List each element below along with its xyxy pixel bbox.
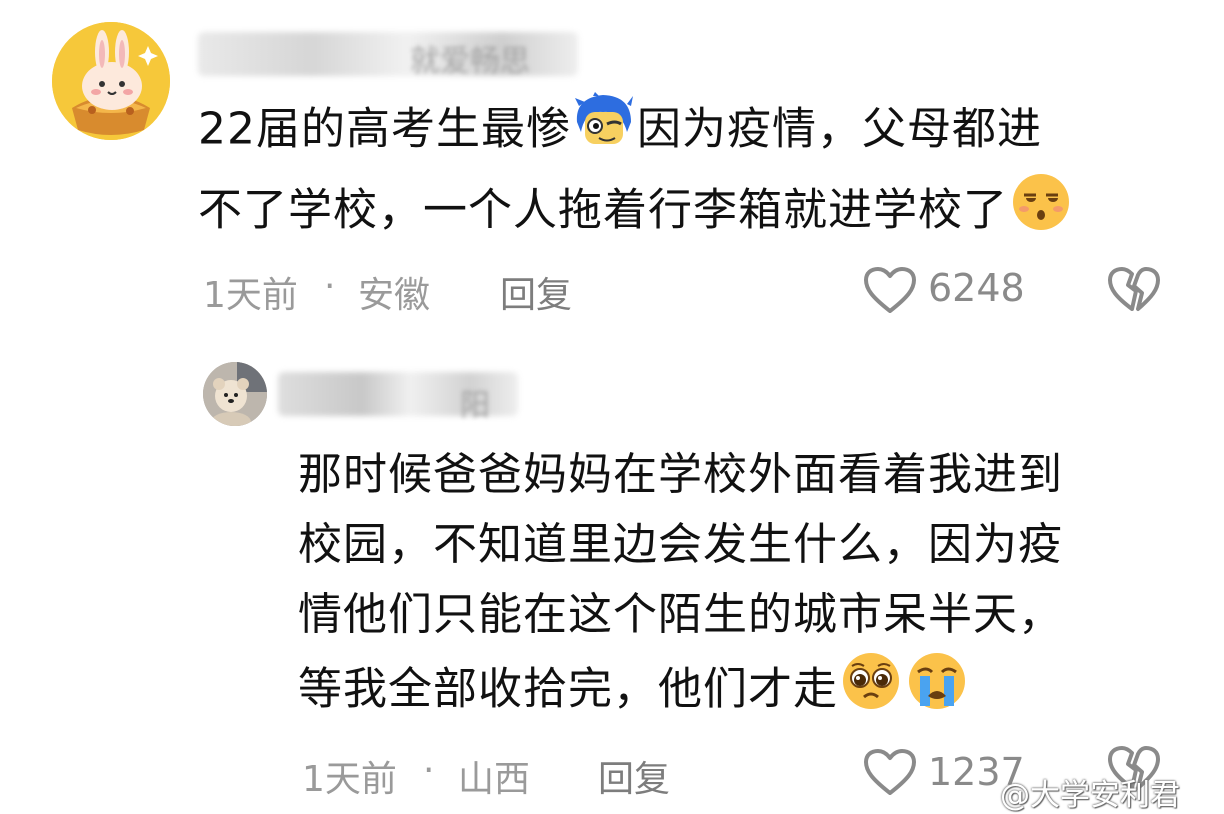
- reply-text-line2: 校园，不知道里边会发生什么，因为疫: [298, 519, 1063, 570]
- avatar[interactable]: [52, 22, 170, 140]
- heart-outline-icon[interactable]: [862, 747, 918, 801]
- pleading-face-emoji: [840, 650, 902, 733]
- unamused-face-emoji: [1010, 171, 1072, 254]
- username-text[interactable]: 就爱畅思: [410, 36, 530, 80]
- bear-avatar-icon: [203, 362, 267, 426]
- reply-text-line1: 那时候爸爸妈妈在学校外面看着我进到: [298, 449, 1063, 500]
- like-count: 6248: [928, 266, 1025, 310]
- comment-location: 安徽: [358, 275, 431, 316]
- comment-time: 1天前: [203, 275, 298, 316]
- comment-location: 山西: [458, 759, 531, 800]
- comment-text-part1: 22届的高考生最惨: [198, 103, 571, 155]
- watermark: @大学安利君: [1000, 778, 1180, 813]
- broken-heart-icon[interactable]: [1106, 265, 1162, 319]
- reply-comment-text: 那时候爸爸妈妈在学校外面看着我进到 校园，不知道里边会发生什么，因为疫 情他们只…: [298, 440, 1178, 733]
- reply-button[interactable]: 回复: [500, 266, 572, 318]
- reply-button[interactable]: 回复: [598, 750, 670, 802]
- comment-time: 1天前: [302, 759, 397, 800]
- crying-face-emoji: [906, 650, 968, 733]
- comment-text: 22届的高考生最惨 因为疫情，父母都进 不了学校，一个人拖着行李箱就进学校了: [198, 92, 1198, 254]
- username-text[interactable]: 阳: [460, 380, 490, 424]
- reply-text-line4: 等我全部收拾完，他们才走: [298, 663, 838, 715]
- blue-hair-face-emoji: [573, 92, 635, 171]
- avatar[interactable]: [203, 362, 267, 426]
- reply-text-line3: 情他们只能在这个陌生的城市呆半天，: [298, 589, 1063, 640]
- meta-separator: ·: [423, 750, 435, 791]
- bunny-avatar-icon: [52, 22, 170, 140]
- comment-text-line2: 不了学校，一个人拖着行李箱就进学校了: [198, 184, 1008, 236]
- heart-outline-icon[interactable]: [862, 265, 918, 319]
- comment-text-part2: 因为疫情，父母都进: [637, 103, 1042, 155]
- meta-separator: ·: [324, 266, 336, 307]
